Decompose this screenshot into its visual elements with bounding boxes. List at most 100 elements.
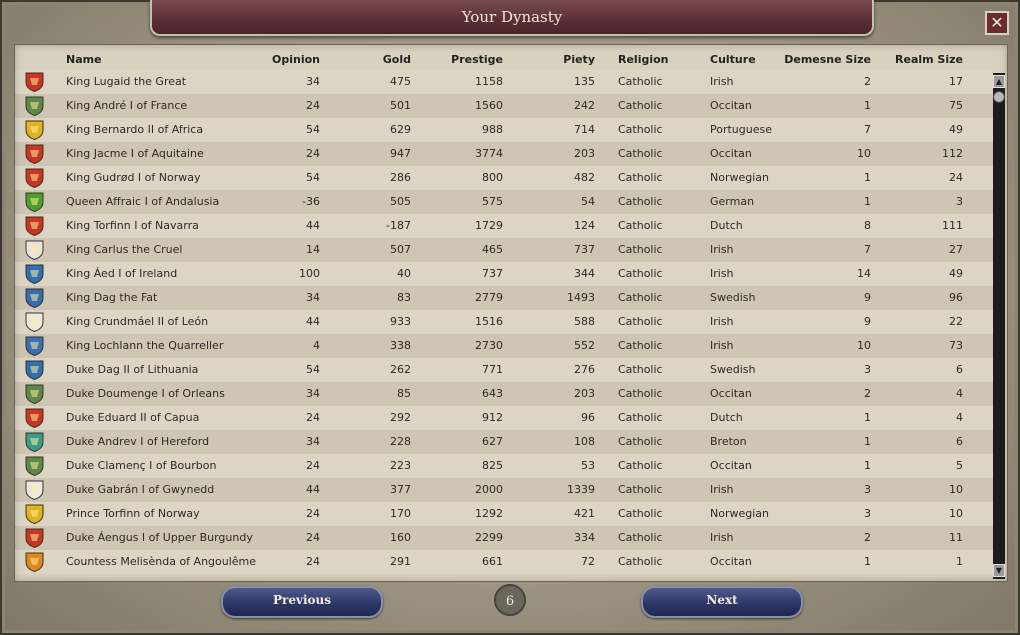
cell-name[interactable]: Countess Melisènda of Angoulême — [66, 555, 256, 568]
coat-of-arms-icon[interactable] — [25, 168, 44, 188]
next-button[interactable]: Next — [641, 586, 803, 618]
table-row[interactable]: Duke Dag II of Lithuania 54 262 771 276 Catho… — [15, 358, 993, 382]
cell-gold: 286 — [390, 171, 411, 184]
table-row[interactable]: King Torfinn I of Navarra 44 -187 1729 124 Ca… — [15, 214, 993, 238]
cell-opinion: 24 — [306, 459, 320, 472]
cell-name[interactable]: Duke Áengus I of Upper Burgundy — [66, 531, 253, 544]
coat-of-arms-icon[interactable] — [25, 432, 44, 452]
arrow-up-icon: ▲ — [995, 77, 1003, 86]
cell-name[interactable]: Duke Andrev I of Hereford — [66, 435, 209, 448]
table-row[interactable]: King Bernardo II of Africa 54 629 988 714 Cat… — [15, 118, 993, 142]
cell-opinion: 54 — [306, 363, 320, 376]
coat-of-arms-icon[interactable] — [25, 312, 44, 332]
coat-of-arms-icon[interactable] — [25, 384, 44, 404]
cell-piety: 242 — [574, 99, 595, 112]
cell-culture: Occitan — [710, 555, 752, 568]
cell-name[interactable]: Duke Dag II of Lithuania — [66, 363, 198, 376]
cell-name[interactable]: King Bernardo II of Africa — [66, 123, 203, 136]
table-row[interactable]: Prince Torfinn of Norway 24 170 1292 421 Cath… — [15, 502, 993, 526]
cell-name[interactable]: Duke Gabrán I of Gwynedd — [66, 483, 214, 496]
cell-prestige: 661 — [482, 555, 503, 568]
scrollbar[interactable]: ▲ ▼ — [993, 73, 1005, 579]
table-row[interactable]: King Áed I of Ireland 100 40 737 344 Catholic… — [15, 262, 993, 286]
col-header-culture[interactable]: Culture — [710, 53, 756, 66]
cell-name[interactable]: King Carlus the Cruel — [66, 243, 182, 256]
table-row[interactable]: Duke Clamenç I of Bourbon 24 223 825 53 Catho… — [15, 454, 993, 478]
table-row[interactable]: Queen Affraic I of Andalusia -36 505 575 54 C… — [15, 190, 993, 214]
cell-realm: 3 — [956, 195, 963, 208]
cell-name[interactable]: Duke Doumenge I of Orleans — [66, 387, 225, 400]
col-header-prestige[interactable]: Prestige — [433, 53, 503, 66]
cell-name[interactable]: King Crundmáel II of León — [66, 315, 208, 328]
table-row[interactable]: King Carlus the Cruel 14 507 465 737 Catholic… — [15, 238, 993, 262]
table-row[interactable]: Duke Andrev I of Hereford 34 228 627 108 Cath… — [15, 430, 993, 454]
table-row[interactable]: King Dag the Fat 34 83 2779 1493 Catholic Swed… — [15, 286, 993, 310]
coat-of-arms-icon[interactable] — [25, 336, 44, 356]
coat-of-arms-icon[interactable] — [25, 360, 44, 380]
title-bar: Your Dynasty — [150, 0, 874, 36]
cell-realm: 5 — [956, 459, 963, 472]
coat-of-arms-icon[interactable] — [25, 288, 44, 308]
close-button[interactable]: ✕ — [985, 11, 1009, 35]
coat-of-arms-icon[interactable] — [25, 144, 44, 164]
coat-of-arms-icon[interactable] — [25, 192, 44, 212]
coat-of-arms-icon[interactable] — [25, 96, 44, 116]
coat-of-arms-icon[interactable] — [25, 72, 44, 92]
coat-of-arms-icon[interactable] — [25, 120, 44, 140]
cell-name[interactable]: King Lochlann the Quarreller — [66, 339, 223, 352]
cell-culture: Dutch — [710, 219, 743, 232]
col-header-opinion[interactable]: Opinion — [255, 53, 320, 66]
table-row[interactable]: King Lugaid the Great 34 475 1158 135 Catholi… — [15, 70, 993, 94]
previous-button[interactable]: Previous — [221, 586, 383, 618]
coat-of-arms-icon[interactable] — [25, 528, 44, 548]
cell-name[interactable]: Duke Eduard II of Capua — [66, 411, 199, 424]
col-header-gold[interactable]: Gold — [351, 53, 411, 66]
cell-demesne: 2 — [864, 531, 871, 544]
table-row[interactable]: Duke Áengus I of Upper Burgundy 24 160 2299… — [15, 526, 993, 550]
table-row[interactable]: King Jacme I of Aquitaine 24 947 3774 203 Cat… — [15, 142, 993, 166]
table-row[interactable]: Duke Doumenge I of Orleans 34 85 643 203 Cath… — [15, 382, 993, 406]
col-header-realm-size[interactable]: Realm Size — [875, 53, 963, 66]
cell-name[interactable]: King Gudrød I of Norway — [66, 171, 201, 184]
coat-of-arms-icon[interactable] — [25, 240, 44, 260]
cell-gold: 85 — [397, 387, 411, 400]
cell-piety: 96 — [581, 411, 595, 424]
cell-religion: Catholic — [618, 339, 663, 352]
cell-name[interactable]: King Lugaid the Great — [66, 75, 186, 88]
col-header-piety[interactable]: Piety — [535, 53, 595, 66]
coat-of-arms-icon[interactable] — [25, 480, 44, 500]
col-header-religion[interactable]: Religion — [618, 53, 669, 66]
cell-name[interactable]: King Torfinn I of Navarra — [66, 219, 199, 232]
table-row[interactable]: King André I of France 24 501 1560 242 Cathol… — [15, 94, 993, 118]
scroll-thumb[interactable] — [993, 91, 1005, 103]
scroll-down-button[interactable]: ▼ — [993, 564, 1005, 577]
cell-piety: 714 — [574, 123, 595, 136]
cell-piety: 276 — [574, 363, 595, 376]
cell-name[interactable]: King Dag the Fat — [66, 291, 157, 304]
coat-of-arms-icon[interactable] — [25, 216, 44, 236]
coat-of-arms-icon[interactable] — [25, 504, 44, 524]
col-header-demesne-size[interactable]: Demesne Size — [771, 53, 871, 66]
cell-prestige: 627 — [482, 435, 503, 448]
cell-name[interactable]: Prince Torfinn of Norway — [66, 507, 200, 520]
table-row[interactable]: King Gudrød I of Norway 54 286 800 482 Cathol… — [15, 166, 993, 190]
cell-name[interactable]: King Áed I of Ireland — [66, 267, 177, 280]
table-row[interactable]: King Crundmáel II of León 44 933 1516 588 Cat… — [15, 310, 993, 334]
table-row[interactable]: Duke Eduard II of Capua 24 292 912 96 Catholi… — [15, 406, 993, 430]
table-row[interactable]: Countess Melisènda of Angoulême 24 291 661 7… — [15, 550, 993, 574]
cell-piety: 482 — [574, 171, 595, 184]
cell-name[interactable]: Duke Clamenç I of Bourbon — [66, 459, 216, 472]
scroll-up-button[interactable]: ▲ — [993, 75, 1005, 88]
cell-demesne: 1 — [864, 99, 871, 112]
cell-name[interactable]: King Jacme I of Aquitaine — [66, 147, 204, 160]
cell-demesne: 3 — [864, 507, 871, 520]
coat-of-arms-icon[interactable] — [25, 456, 44, 476]
cell-name[interactable]: Queen Affraic I of Andalusia — [66, 195, 219, 208]
coat-of-arms-icon[interactable] — [25, 408, 44, 428]
table-row[interactable]: Duke Gabrán I of Gwynedd 44 377 2000 1339 Cat… — [15, 478, 993, 502]
coat-of-arms-icon[interactable] — [25, 264, 44, 284]
col-header-name[interactable]: Name — [66, 53, 102, 66]
coat-of-arms-icon[interactable] — [25, 552, 44, 572]
table-row[interactable]: King Lochlann the Quarreller 4 338 2730 552 C… — [15, 334, 993, 358]
cell-name[interactable]: King André I of France — [66, 99, 187, 112]
